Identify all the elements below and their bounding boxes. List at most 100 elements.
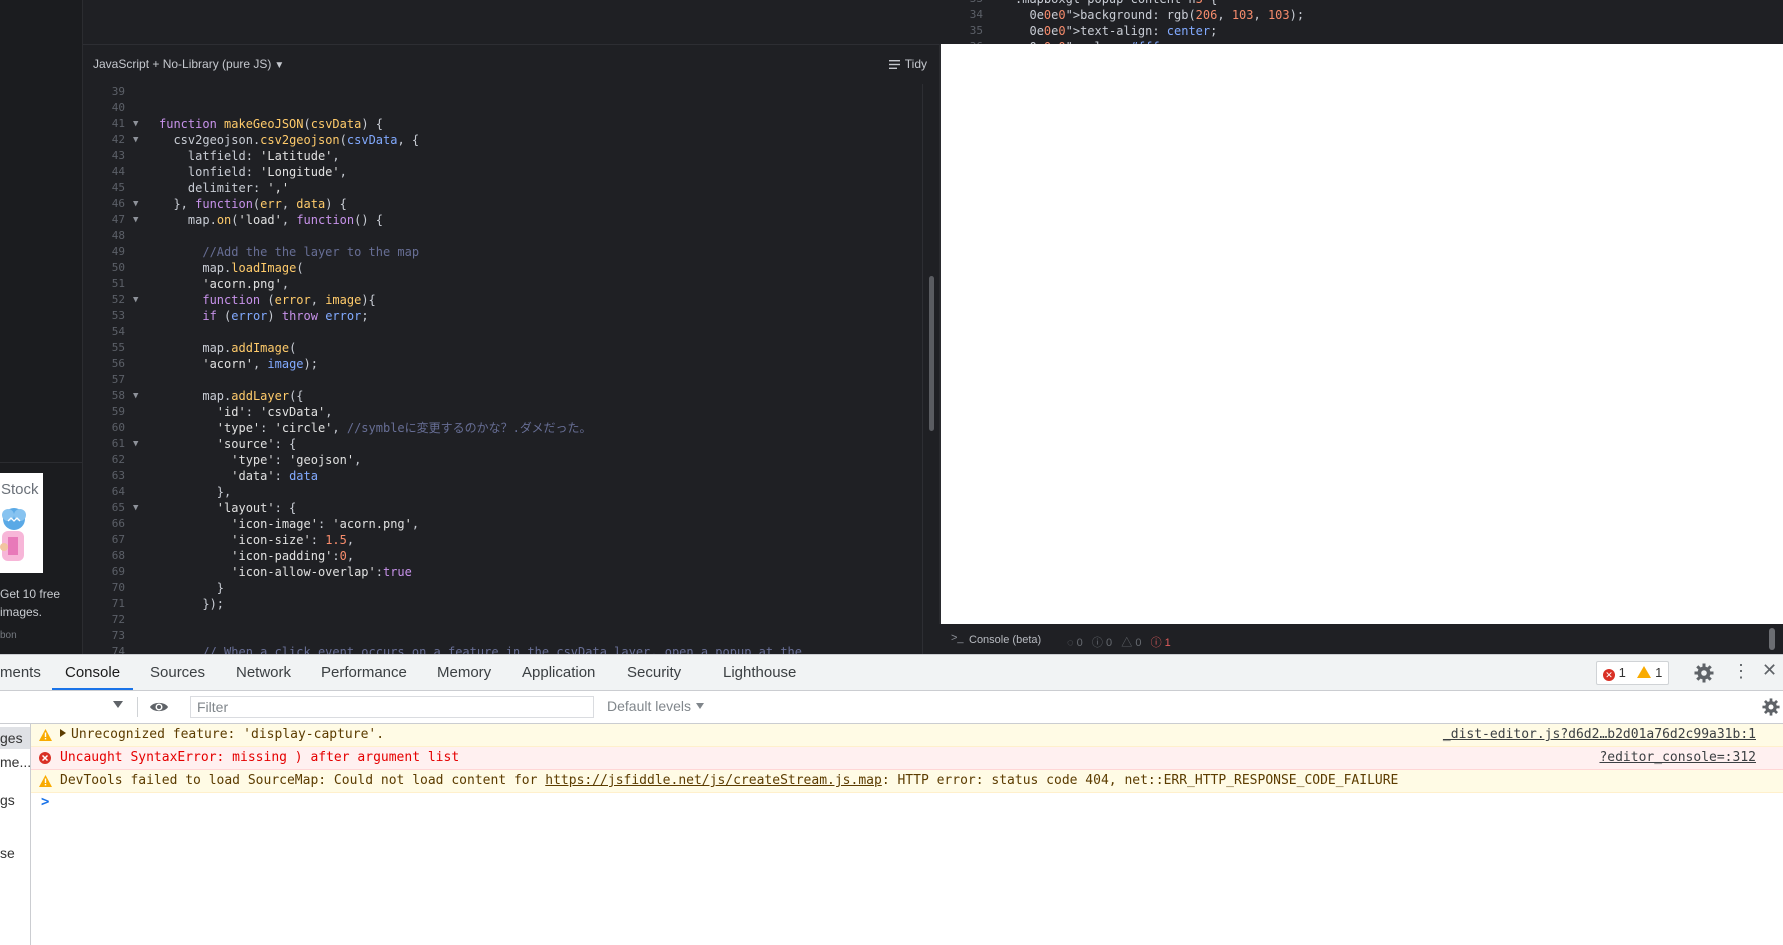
code-line[interactable]: 43 latfield: 'Latitude', bbox=[83, 148, 921, 164]
log-levels-dropdown[interactable]: Default levels bbox=[607, 698, 705, 714]
code-line[interactable]: 61 ▼ 'source': { bbox=[83, 436, 921, 452]
divider bbox=[0, 462, 82, 463]
console-message-warning[interactable]: DevTools failed to load SourceMap: Could… bbox=[31, 770, 1783, 793]
tab-memory[interactable]: Memory bbox=[437, 655, 491, 690]
tab-security[interactable]: Security bbox=[627, 655, 681, 690]
code-line[interactable]: 45 delimiter: ',' bbox=[83, 180, 921, 196]
expand-arrow-icon[interactable] bbox=[60, 729, 66, 737]
code-line[interactable]: 46 ▼ }, function(err, data) { bbox=[83, 196, 921, 212]
fold-arrow-icon[interactable]: ▼ bbox=[133, 196, 138, 212]
code-line[interactable]: 41 ▼ function makeGeoJSON(csvData) { bbox=[83, 116, 921, 132]
css-code-editor[interactable]: 33.mapboxgl-popup-content h3 {34 0e0e0">… bbox=[939, 0, 1783, 44]
code-line[interactable]: 40 bbox=[83, 100, 921, 116]
ad-caption[interactable]: Get 10 free images. bbox=[0, 585, 80, 621]
sourcemap-link[interactable]: https://jsfiddle.net/js/createStream.js.… bbox=[545, 773, 882, 788]
ad-image[interactable]: Stock bbox=[0, 473, 43, 573]
language-selector[interactable]: JavaScript + No-Library (pure JS) ▼ bbox=[93, 57, 284, 71]
code-line[interactable]: 68 'icon-padding':0, bbox=[83, 548, 921, 564]
code-line[interactable]: 64 }, bbox=[83, 484, 921, 500]
line-number: 33 bbox=[939, 0, 983, 7]
console-scrollbar[interactable] bbox=[1769, 628, 1775, 650]
js-code-editor[interactable]: 39 40 41 ▼ function makeGeoJSON(csvData) {42… bbox=[83, 84, 921, 654]
message-source-link[interactable]: _dist-editor.js?d6d2…b2d01a76d2c99a31b:1 bbox=[1443, 724, 1756, 746]
code-line[interactable]: 42 ▼ csv2geojson.csv2geojson(csvData, { bbox=[83, 132, 921, 148]
line-number: 54 bbox=[111, 325, 125, 338]
code-line[interactable]: 71 }); bbox=[83, 596, 921, 612]
sidebar-item-verbose[interactable]: se bbox=[0, 845, 15, 861]
code-line[interactable]: 44 lonfield: 'Longitude', bbox=[83, 164, 921, 180]
code-line[interactable]: 54 bbox=[83, 324, 921, 340]
code-scrollbar[interactable] bbox=[922, 84, 940, 654]
code-line[interactable]: 51 'acorn.png', bbox=[83, 276, 921, 292]
context-dropdown-icon[interactable] bbox=[113, 701, 123, 708]
css-code-line[interactable]: 35 0e0e0">text-align: center; bbox=[939, 23, 1783, 39]
fold-arrow-icon[interactable]: ▼ bbox=[133, 500, 138, 516]
eye-icon[interactable] bbox=[149, 700, 169, 714]
code-line[interactable]: 53 if (error) throw error; bbox=[83, 308, 921, 324]
code-line[interactable]: 56 'acorn', image); bbox=[83, 356, 921, 372]
sidebar-item-user-messages[interactable]: me... bbox=[0, 754, 30, 770]
code-line[interactable]: 60 'type': 'circle', //symbleに変更するのかな？.ダ… bbox=[83, 420, 921, 436]
tab-performance[interactable]: Performance bbox=[321, 655, 407, 690]
code-line[interactable]: 65 ▼ 'layout': { bbox=[83, 500, 921, 516]
code-line[interactable]: 66 'icon-image': 'acorn.png', bbox=[83, 516, 921, 532]
tidy-button[interactable]: Tidy bbox=[888, 57, 927, 71]
code-line[interactable]: 70 } bbox=[83, 580, 921, 596]
code-line[interactable]: 55 map.addImage( bbox=[83, 340, 921, 356]
code-line[interactable]: 62 'type': 'geojson', bbox=[83, 452, 921, 468]
html-panel[interactable] bbox=[83, 0, 939, 45]
message-source-link[interactable]: ?editor_console=:312 bbox=[1599, 747, 1756, 769]
tab-lighthouse[interactable]: Lighthouse bbox=[723, 655, 796, 690]
tab-application[interactable]: Application bbox=[522, 655, 595, 690]
tab-sources[interactable]: Sources bbox=[150, 655, 205, 690]
fold-arrow-icon[interactable]: ▼ bbox=[133, 388, 138, 404]
tab-network[interactable]: Network bbox=[236, 655, 291, 690]
fold-arrow-icon[interactable]: ▼ bbox=[133, 436, 138, 452]
code-line[interactable]: 59 'id': 'csvData', bbox=[83, 404, 921, 420]
tab-console[interactable]: Console bbox=[52, 655, 134, 690]
js-panel-header: JavaScript + No-Library (pure JS) ▼ Tidy bbox=[83, 45, 939, 84]
fold-arrow-icon[interactable]: ▼ bbox=[133, 132, 138, 148]
fiddle-console-bar[interactable]: >_ Console (beta) ◌ 0 ⓘ 0 △ 0 ⓘ 1 bbox=[939, 624, 1783, 654]
line-number: 70 bbox=[111, 581, 125, 594]
settings-gear-icon[interactable] bbox=[1694, 663, 1714, 683]
fold-arrow-icon[interactable]: ▼ bbox=[133, 292, 138, 308]
code-line[interactable]: 50 map.loadImage( bbox=[83, 260, 921, 276]
code-text: 'icon-size': 1.5, bbox=[231, 533, 355, 547]
console-settings-gear-icon[interactable] bbox=[1762, 698, 1780, 716]
fold-arrow-icon[interactable]: ▼ bbox=[133, 116, 138, 132]
css-code-line[interactable]: 33 .mapboxgl-popup-content h3 { bbox=[939, 0, 1783, 7]
console-message-warning[interactable]: Unrecognized feature: 'display-capture'.… bbox=[31, 724, 1783, 747]
code-line[interactable]: 48 bbox=[83, 228, 921, 244]
result-pane[interactable] bbox=[939, 44, 1783, 624]
code-line[interactable]: 67 'icon-size': 1.5, bbox=[83, 532, 921, 548]
sidebar-item-warnings[interactable]: gs bbox=[0, 792, 15, 808]
code-text: }, bbox=[159, 485, 232, 499]
code-line[interactable]: 49 //Add the the layer to the map bbox=[83, 244, 921, 260]
warning-icon bbox=[1637, 666, 1652, 678]
sidebar-item-messages[interactable]: ges bbox=[0, 727, 30, 749]
code-line[interactable]: 74 // When a click event occurs on a fea… bbox=[83, 644, 921, 654]
console-message-error[interactable]: Uncaught SyntaxError: missing ) after ar… bbox=[31, 747, 1783, 770]
more-options-icon[interactable]: ⋮ bbox=[1732, 661, 1750, 682]
tab-elements[interactable]: ments bbox=[0, 655, 41, 690]
scrollbar-thumb[interactable] bbox=[929, 276, 934, 431]
fiddle-console-counts: ◌ 0 ⓘ 0 △ 0 ⓘ 1 bbox=[1067, 634, 1171, 650]
code-line[interactable]: 52 ▼ function (error, image){ bbox=[83, 292, 921, 308]
issues-badge[interactable]: ✕ 1 1 bbox=[1596, 661, 1670, 685]
code-line[interactable]: 73 bbox=[83, 628, 921, 644]
filter-input[interactable] bbox=[190, 696, 594, 718]
code-line[interactable]: 57 bbox=[83, 372, 921, 388]
code-line[interactable]: 47 ▼ map.on('load', function() { bbox=[83, 212, 921, 228]
code-line[interactable]: 69 'icon-allow-overlap':true bbox=[83, 564, 921, 580]
code-line[interactable]: 72 bbox=[83, 612, 921, 628]
code-line[interactable]: 39 bbox=[83, 84, 921, 100]
css-code-line[interactable]: 34 0e0e0">background: rgb(206, 103, 103)… bbox=[939, 7, 1783, 23]
close-icon[interactable]: ✕ bbox=[1762, 660, 1777, 681]
ad-footer: bon bbox=[0, 630, 17, 641]
fold-arrow-icon[interactable]: ▼ bbox=[133, 212, 138, 228]
error-icon bbox=[39, 752, 51, 764]
console-prompt[interactable]: > bbox=[41, 794, 49, 810]
code-line[interactable]: 63 'data': data bbox=[83, 468, 921, 484]
code-line[interactable]: 58 ▼ map.addLayer({ bbox=[83, 388, 921, 404]
